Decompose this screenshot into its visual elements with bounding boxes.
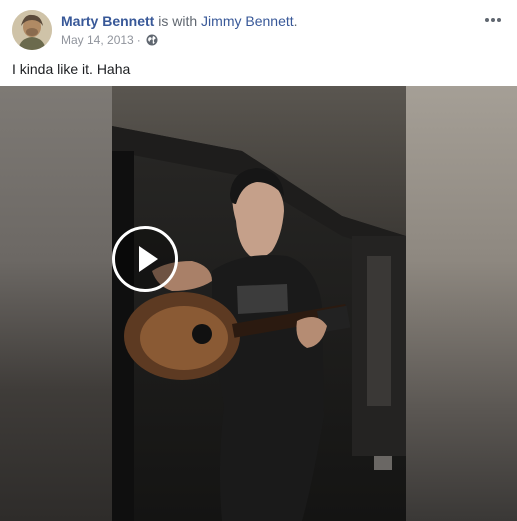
video-still-image xyxy=(112,86,406,521)
with-text: is with xyxy=(154,13,202,29)
more-options-icon[interactable] xyxy=(481,12,505,28)
avatar[interactable] xyxy=(12,10,52,50)
post-header: Marty Bennett is with Jimmy Bennett. May… xyxy=(12,10,505,50)
play-icon xyxy=(139,246,158,272)
avatar-image xyxy=(12,10,52,50)
meta-separator: · xyxy=(136,33,141,47)
post-meta: May 14, 2013 · xyxy=(61,32,158,48)
video-blur-right xyxy=(406,86,517,521)
globe-icon[interactable] xyxy=(146,34,158,46)
tagged-friend[interactable]: Jimmy Bennett xyxy=(201,13,294,29)
with-suffix: . xyxy=(293,13,298,29)
video-blur-left xyxy=(0,86,112,521)
author-name[interactable]: Marty Bennett xyxy=(61,13,154,29)
video-frame xyxy=(112,86,406,521)
play-button[interactable] xyxy=(112,226,178,292)
post-date[interactable]: May 14, 2013 xyxy=(61,32,134,48)
post-caption: I kinda like it. Haha xyxy=(12,61,131,77)
author-line: Marty Bennett is with Jimmy Bennett. xyxy=(61,12,298,30)
video-player[interactable] xyxy=(0,86,517,521)
feed-post: Marty Bennett is with Jimmy Bennett. May… xyxy=(0,0,517,521)
